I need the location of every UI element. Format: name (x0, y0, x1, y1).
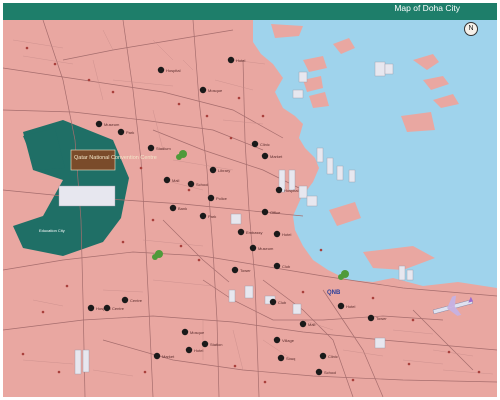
airplane-icon (432, 295, 474, 316)
svg-text:Centre: Centre (130, 298, 143, 303)
poi-marker[interactable]: Clinic (251, 140, 270, 148)
svg-text:Mall: Mall (308, 322, 315, 327)
north-arrow-icon: N (464, 22, 478, 36)
sea-area (253, 20, 497, 288)
svg-text:Hotel: Hotel (346, 304, 355, 309)
poi-marker[interactable]: Clinic (319, 352, 338, 360)
poi-marker[interactable]: Mall (163, 176, 180, 184)
poi-marker[interactable]: Police (207, 194, 228, 202)
poi-marker[interactable]: Stadium (147, 144, 172, 152)
svg-text:Village: Village (282, 338, 295, 343)
map-title: Map of Doha City (394, 3, 460, 13)
svg-text:Centre: Centre (112, 306, 125, 311)
education-city-label: Education City (39, 228, 65, 233)
svg-text:Clinic: Clinic (328, 354, 338, 359)
poi-marker[interactable]: Mosque (199, 86, 223, 94)
poi-marker[interactable]: Centre (121, 296, 143, 304)
poi-marker[interactable]: Centre (103, 304, 125, 312)
convention-centre-label: Qatar National Convention Centre (74, 155, 157, 161)
svg-text:Tower: Tower (376, 316, 387, 321)
poi-marker[interactable]: Market (261, 152, 283, 160)
poi-marker[interactable]: Office (261, 208, 281, 216)
svg-text:Market: Market (270, 154, 283, 159)
poi-marker[interactable]: Park (199, 212, 216, 220)
svg-text:Hotel: Hotel (236, 58, 245, 63)
poi-marker[interactable]: Hospital (157, 66, 181, 74)
poi-marker[interactable]: Souq (277, 354, 296, 362)
poi-marker[interactable]: Tower (231, 266, 252, 274)
svg-text:Club: Club (282, 264, 291, 269)
poi-marker[interactable]: Mall (299, 320, 316, 328)
svg-text:Stadium: Stadium (156, 146, 171, 151)
svg-text:Tower: Tower (240, 268, 251, 273)
svg-text:Club: Club (278, 300, 287, 305)
poi-marker[interactable]: Club (269, 298, 287, 306)
svg-text:Hospital: Hospital (166, 68, 181, 73)
map-svg: Qatar National Convention Centre Educati… (3, 20, 497, 397)
svg-text:Office: Office (270, 210, 281, 215)
poi-marker[interactable]: School (315, 368, 337, 376)
svg-text:Station: Station (210, 342, 222, 347)
poi-marker[interactable]: Hotel (337, 302, 356, 310)
svg-text:Museum: Museum (258, 246, 274, 251)
qnb-label: QNB (327, 290, 341, 296)
poi-marker[interactable]: Station (201, 340, 223, 348)
svg-text:School: School (196, 182, 208, 187)
svg-text:Mosque: Mosque (190, 330, 205, 335)
svg-text:Hospital: Hospital (284, 188, 299, 193)
poi-marker[interactable]: Club (273, 262, 291, 270)
poi-marker[interactable]: Hotel (227, 56, 246, 64)
svg-text:Hotel: Hotel (282, 232, 291, 237)
svg-text:Clinic: Clinic (260, 142, 270, 147)
svg-text:School: School (324, 370, 336, 375)
poi-marker[interactable]: Hotel (185, 346, 204, 354)
poi-marker[interactable]: Museum (95, 120, 120, 128)
svg-text:Mall: Mall (172, 178, 179, 183)
poi-marker[interactable]: Bank (169, 204, 187, 212)
poi-marker[interactable]: Hotel (273, 230, 292, 238)
svg-text:Police: Police (216, 196, 228, 201)
svg-text:Mosque: Mosque (208, 88, 223, 93)
svg-text:Souq: Souq (286, 356, 295, 361)
svg-text:Park: Park (126, 130, 134, 135)
poi-marker[interactable]: Market (153, 352, 175, 360)
map-canvas[interactable]: Qatar National Convention Centre Educati… (3, 20, 497, 397)
svg-text:Museum: Museum (104, 122, 120, 127)
poi-marker[interactable]: Hospital (275, 186, 299, 194)
svg-text:Hotel: Hotel (194, 348, 203, 353)
poi-marker[interactable]: Library (209, 166, 230, 174)
svg-text:Embassy: Embassy (246, 230, 262, 235)
svg-text:Library: Library (218, 168, 230, 173)
poi-marker[interactable]: Tower (367, 314, 388, 322)
map-frame: Map of Doha City Qatar National Conventi… (0, 0, 500, 400)
svg-text:Market: Market (162, 354, 175, 359)
poi-marker[interactable]: Village (273, 336, 295, 344)
poi-marker[interactable]: School (187, 180, 209, 188)
svg-text:Bank: Bank (178, 206, 187, 211)
poi-marker[interactable]: Museum (249, 244, 274, 252)
poi-marker[interactable]: Mosque (181, 328, 205, 336)
poi-marker[interactable]: Embassy (237, 228, 263, 236)
poi-marker[interactable]: Park (117, 128, 134, 136)
svg-text:Park: Park (208, 214, 216, 219)
